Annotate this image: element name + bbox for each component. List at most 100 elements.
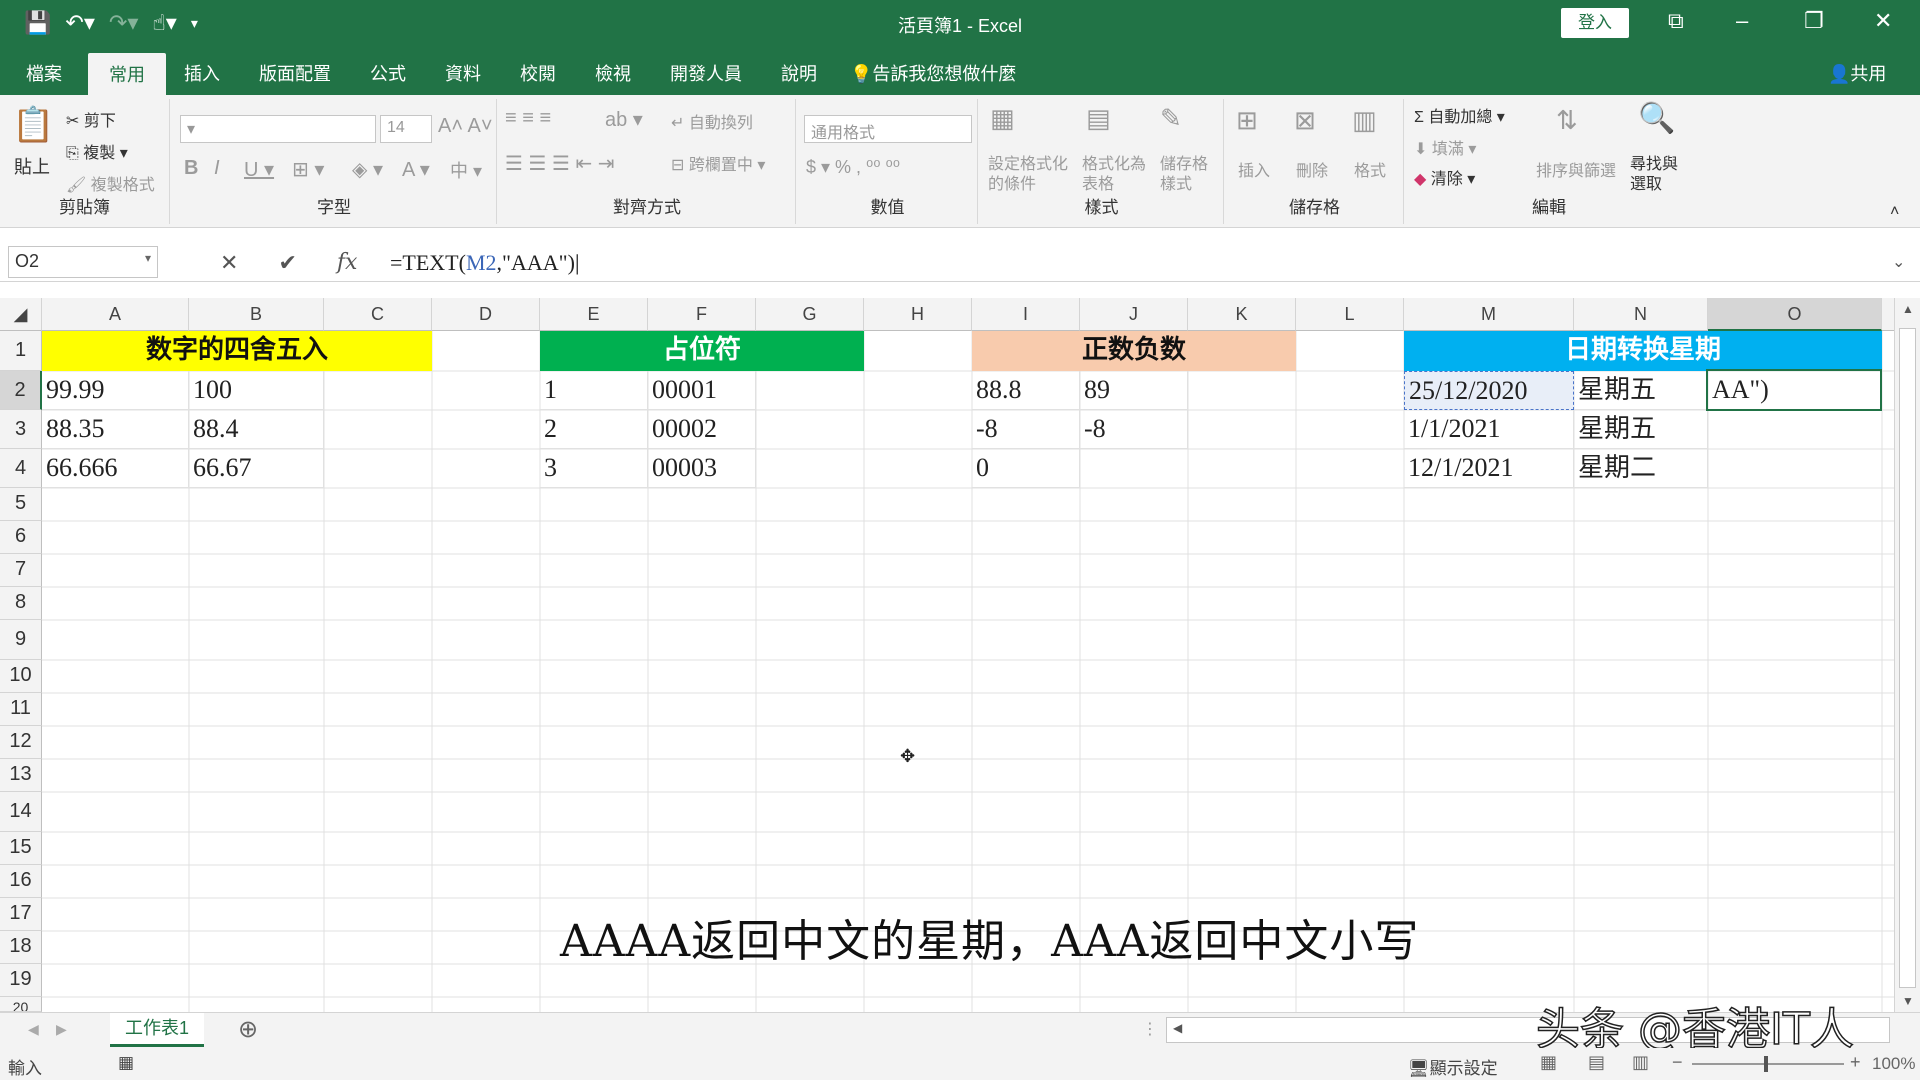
tab-insert[interactable]: 插入 (184, 60, 220, 86)
zoom-out-icon[interactable]: − (1672, 1052, 1683, 1073)
row-header[interactable]: 14 (0, 792, 42, 832)
find-icon[interactable]: 🔍 (1638, 101, 1675, 136)
tab-view[interactable]: 檢視 (595, 60, 631, 86)
column-header[interactable]: F (648, 298, 756, 331)
underline-icon[interactable]: U ▾ (244, 157, 274, 182)
zoom-slider[interactable] (1692, 1063, 1844, 1065)
collapse-ribbon-icon[interactable]: ˄ (1890, 203, 1899, 221)
cell-styles-button[interactable]: 儲存格樣式 (1160, 155, 1212, 195)
header-weekday[interactable]: 日期转换星期 (1404, 331, 1882, 371)
close-icon[interactable]: ✕ (1874, 8, 1892, 34)
cell-A4[interactable]: 66.666 (42, 449, 189, 488)
row-header[interactable]: 4 (0, 449, 42, 488)
cell-N2[interactable]: 星期五 (1574, 371, 1708, 410)
accounting-icon[interactable]: $ ▾ % , ⁰⁰ ⁰⁰ (806, 157, 900, 178)
clear-button[interactable]: ◆ 清除 ▾ (1414, 165, 1475, 189)
tab-help[interactable]: 說明 (781, 60, 817, 86)
format-cells-icon[interactable]: ▥ (1352, 105, 1377, 136)
copy-button[interactable]: ⎘ 複製 ▾ (66, 139, 128, 163)
delete-cells-icon[interactable]: ⊠ (1294, 105, 1316, 136)
zoom-slider-thumb[interactable] (1764, 1056, 1768, 1072)
cell-B3[interactable]: 88.4 (189, 410, 324, 449)
cut-button[interactable]: ✂ 剪下 (66, 107, 116, 131)
cell-M4[interactable]: 12/1/2021 (1404, 449, 1574, 488)
scroll-down-icon[interactable]: ▼ (1902, 994, 1914, 1008)
row-header[interactable]: 6 (0, 521, 42, 554)
cell-I3[interactable]: -8 (972, 410, 1080, 449)
sheet-nav-right-icon[interactable]: ▶ (56, 1021, 67, 1038)
column-header[interactable]: B (189, 298, 324, 331)
vertical-scrollbar[interactable]: ▲ ▼ (1894, 298, 1920, 1012)
cell-N4[interactable]: 星期二 (1574, 449, 1708, 488)
cell-F3[interactable]: 00002 (648, 410, 756, 449)
align-left-icon[interactable]: ☰ ☰ ☰ ⇤ ⇥ (505, 151, 615, 176)
scroll-up-icon[interactable]: ▲ (1902, 302, 1914, 316)
sheet-nav-left-icon[interactable]: ◀ (28, 1021, 39, 1038)
cell-styles-icon[interactable]: ✎ (1160, 103, 1182, 134)
cell-B4[interactable]: 66.67 (189, 449, 324, 488)
font-color-icon[interactable]: A ▾ (402, 157, 430, 182)
format-painter-button[interactable]: 🖌 複製格式 (66, 171, 155, 195)
column-header[interactable]: E (540, 298, 648, 331)
cell-I4[interactable]: 0 (972, 449, 1080, 488)
row-header[interactable]: 5 (0, 488, 42, 521)
page-layout-view-icon[interactable]: ▤ (1588, 1052, 1605, 1073)
top-align-icon[interactable]: ≡ ≡ ≡ (505, 107, 551, 130)
scroll-left-icon[interactable]: ◀ (1173, 1021, 1182, 1035)
italic-icon[interactable]: I (214, 157, 220, 180)
display-settings-button[interactable]: 🖥顯示設定 (1408, 1054, 1498, 1079)
tab-data[interactable]: 資料 (445, 60, 481, 86)
cell-E2[interactable]: 1 (540, 371, 648, 410)
row-header[interactable]: 17 (0, 898, 42, 931)
vertical-scroll-thumb[interactable] (1899, 328, 1916, 988)
insert-cells-button[interactable]: 插入 (1238, 157, 1270, 181)
sheet-tab-1[interactable]: 工作表1 (110, 1013, 204, 1047)
cell-E3[interactable]: 2 (540, 410, 648, 449)
row-header[interactable]: 16 (0, 865, 42, 898)
column-header[interactable]: K (1188, 298, 1296, 331)
cell-A2[interactable]: 99.99 (42, 371, 189, 410)
cell-E4[interactable]: 3 (540, 449, 648, 488)
conditional-format-button[interactable]: 設定格式化的條件 (988, 155, 1068, 195)
column-header[interactable]: M (1404, 298, 1574, 331)
zoom-level[interactable]: 100% (1872, 1054, 1915, 1074)
column-header[interactable]: J (1080, 298, 1188, 331)
header-rounding[interactable]: 数字的四舍五入 (42, 331, 432, 371)
insert-function-icon[interactable]: fx (337, 250, 358, 276)
cell-M2[interactable]: 25/12/2020 (1404, 371, 1574, 410)
minimize-icon[interactable]: – (1736, 8, 1748, 34)
tab-formulas[interactable]: 公式 (370, 60, 406, 86)
paste-button[interactable]: 貼上 (14, 153, 50, 179)
cell-N3[interactable]: 星期五 (1574, 410, 1708, 449)
column-header[interactable]: C (324, 298, 432, 331)
bold-icon[interactable]: B (184, 157, 198, 180)
share-button[interactable]: 👤共用 (1828, 60, 1886, 86)
cell-J3[interactable]: -8 (1080, 410, 1188, 449)
name-box[interactable]: O2 ▾ (8, 246, 158, 278)
enter-icon[interactable]: ✔ (278, 250, 296, 276)
zoom-in-icon[interactable]: + (1850, 1052, 1861, 1073)
signin-button[interactable]: 登入 (1561, 8, 1629, 38)
font-name-dropdown[interactable]: ▾ (180, 115, 376, 143)
column-header[interactable]: H (864, 298, 972, 331)
orientation-icon[interactable]: ab ▾ (605, 107, 643, 132)
border-icon[interactable]: ⊞ ▾ (292, 157, 324, 182)
row-header[interactable]: 1 (0, 331, 42, 371)
name-box-dropdown-icon[interactable]: ▾ (145, 251, 151, 265)
macro-record-icon[interactable]: ▦ (118, 1053, 134, 1073)
row-header[interactable]: 18 (0, 931, 42, 964)
tab-review[interactable]: 校閱 (520, 60, 556, 86)
ribbon-display-options-icon[interactable]: ⧉ (1668, 8, 1684, 34)
find-select-button[interactable]: 尋找與選取 (1630, 155, 1686, 195)
font-size-dropdown[interactable]: 14 (380, 115, 432, 143)
row-header[interactable]: 9 (0, 620, 42, 660)
tab-file[interactable]: 檔案 (26, 60, 62, 86)
row-header[interactable]: 7 (0, 554, 42, 587)
formula-input[interactable]: =TEXT(M2,"AAA")| (390, 250, 579, 276)
cell-F2[interactable]: 00001 (648, 371, 756, 410)
merge-center-button[interactable]: ⊟ 跨欄置中 ▾ (671, 151, 765, 175)
tell-me-box[interactable]: 💡告訴我您想做什麼 (850, 60, 1016, 86)
fill-color-icon[interactable]: ◈ ▾ (352, 157, 383, 182)
number-format-dropdown[interactable]: 通用格式 (804, 115, 972, 143)
phonetic-icon[interactable]: 中 ▾ (450, 157, 482, 183)
